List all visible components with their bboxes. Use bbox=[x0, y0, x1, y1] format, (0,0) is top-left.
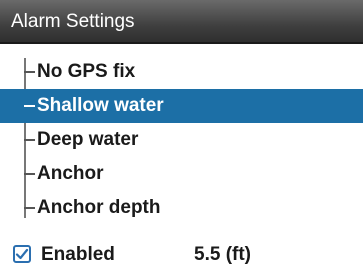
alarm-value[interactable]: 5.5 (ft) bbox=[194, 244, 251, 266]
tree-branch bbox=[24, 207, 35, 209]
tree-branch bbox=[24, 105, 35, 107]
enabled-row: Enabled 5.5 (ft) bbox=[0, 238, 363, 272]
tree-branch bbox=[24, 139, 35, 141]
list-item-label: Anchor depth bbox=[37, 197, 161, 218]
list-item-label: Deep water bbox=[37, 129, 139, 150]
checkmark-icon bbox=[15, 248, 29, 260]
panel-title: Alarm Settings bbox=[11, 11, 135, 32]
title-bar: Alarm Settings bbox=[0, 0, 363, 44]
list-item-shallow-water[interactable]: Shallow water bbox=[0, 89, 363, 123]
list-item-label: Anchor bbox=[37, 163, 104, 184]
tree-branch bbox=[24, 71, 35, 73]
enabled-label: Enabled bbox=[41, 244, 115, 265]
tree-branch bbox=[24, 173, 35, 175]
list-item-anchor[interactable]: Anchor bbox=[0, 157, 363, 191]
enabled-checkbox[interactable] bbox=[13, 245, 31, 263]
alarm-settings-panel: Alarm Settings No GPS fix Shallow water … bbox=[0, 0, 363, 278]
list-item-deep-water[interactable]: Deep water bbox=[0, 123, 363, 157]
list-item-label: Shallow water bbox=[37, 95, 164, 116]
list-item-no-gps-fix[interactable]: No GPS fix bbox=[0, 55, 363, 89]
alarm-list: No GPS fix Shallow water Deep water Anch… bbox=[0, 55, 363, 225]
list-item-anchor-depth[interactable]: Anchor depth bbox=[0, 191, 363, 225]
list-item-label: No GPS fix bbox=[37, 61, 136, 82]
